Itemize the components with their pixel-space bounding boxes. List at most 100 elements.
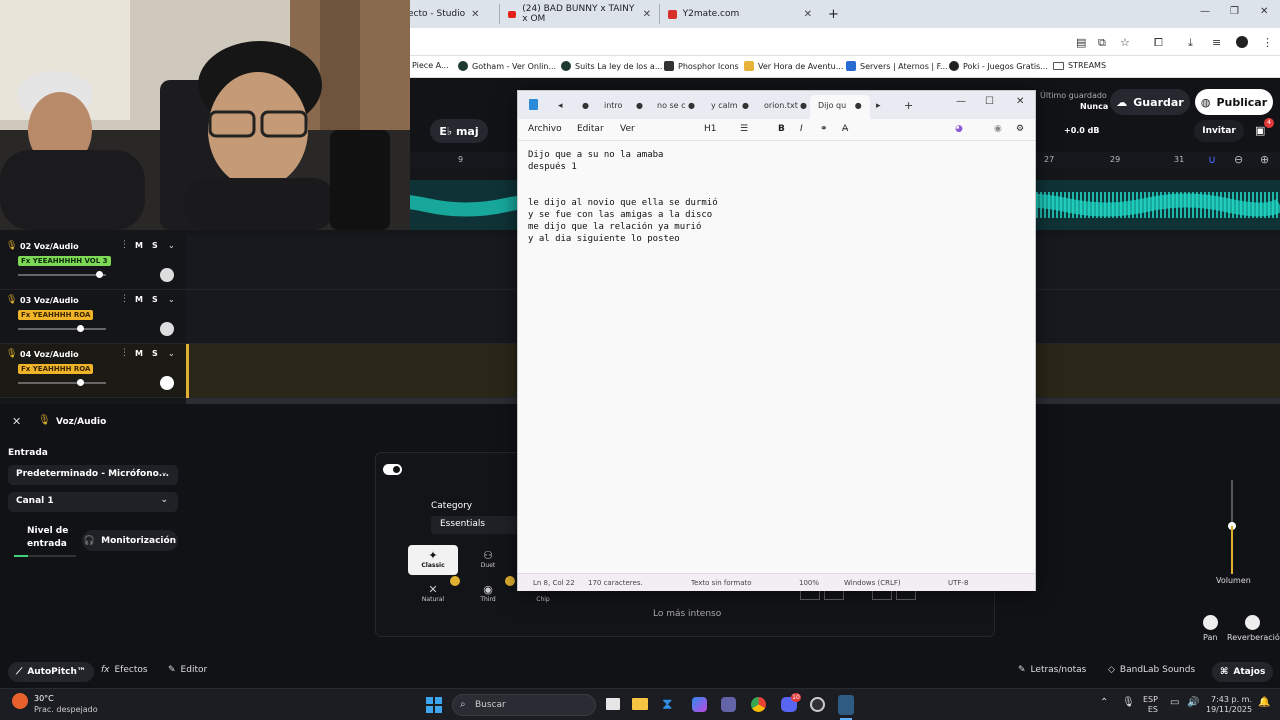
weather-desc[interactable]: Prac. despejado <box>34 705 98 714</box>
fader-knob[interactable] <box>96 271 104 278</box>
notepad-tab[interactable]: intro <box>604 101 622 110</box>
windows-start-icon[interactable] <box>426 697 442 713</box>
autopitch-button[interactable]: ⟋ AutoPitch™ <box>8 662 94 682</box>
fader-knob[interactable] <box>76 379 84 386</box>
language-indicator[interactable]: ESP ES <box>1143 695 1158 715</box>
minimize-icon[interactable]: — <box>956 96 966 107</box>
lyrics-button[interactable]: ✎ Letras/notas <box>1018 665 1086 675</box>
track-menu-icon[interactable]: ⋮ <box>120 294 129 304</box>
more-menu-icon[interactable]: ⋮ <box>1262 36 1273 49</box>
bookmark-folder[interactable]: STREAMS <box>1053 61 1106 70</box>
reverb-knob[interactable] <box>1245 615 1260 630</box>
obs-icon[interactable] <box>810 697 825 712</box>
key-button[interactable]: E♭ maj <box>430 119 488 143</box>
track-header[interactable]: 🎙 03 Voz/Audio ⋮ M S ⌄ Fx YEAHHHH ROA <box>0 290 186 344</box>
fx-badge[interactable]: Fx YEEAHHHHH VOL 3 <box>18 256 111 266</box>
menu-edit[interactable]: Editar <box>577 124 604 134</box>
track-header-selected[interactable]: 🎙 04 Voz/Audio ⋮ M S ⌄ Fx YEAHHHH ROA <box>0 344 186 398</box>
media-icon[interactable]: ≡ <box>1212 36 1221 49</box>
editor-button[interactable]: ✎ Editor <box>168 665 207 675</box>
bold-icon[interactable]: B <box>778 124 785 134</box>
download-icon[interactable]: ⤓ <box>1188 36 1193 50</box>
menu-file[interactable]: Archivo <box>528 124 562 134</box>
input-device-dropdown[interactable]: Predeterminado - Micrófono... ⌄ <box>8 465 178 485</box>
reading-mode-icon[interactable]: ▤ <box>1076 36 1086 49</box>
category-select[interactable]: Essentials <box>431 516 519 534</box>
profile-avatar[interactable] <box>1236 36 1248 48</box>
bookmark-item[interactable]: Poki - Juegos Gratis... <box>949 61 1048 71</box>
weather-icon[interactable] <box>12 693 28 709</box>
shortcuts-button[interactable]: ⌘ Atajos <box>1212 662 1274 682</box>
channel-dropdown[interactable]: Canal 1 ⌄ <box>8 492 178 512</box>
scroll-tabs-right-icon[interactable]: ▸ <box>876 101 881 111</box>
mute-button[interactable]: M <box>135 349 143 358</box>
maximize-icon[interactable]: ❐ <box>1230 6 1239 17</box>
teams-icon[interactable] <box>721 697 736 712</box>
chevron-down-icon[interactable]: ⌄ <box>168 295 175 304</box>
solo-button[interactable]: S <box>152 349 158 358</box>
bookmark-item[interactable]: Suits La ley de los a... <box>561 61 662 71</box>
close-window-icon[interactable]: ✕ <box>1260 6 1268 17</box>
copilot-icon[interactable] <box>692 697 707 712</box>
vscode-icon[interactable]: ⧗ <box>662 696 673 712</box>
close-panel-icon[interactable]: ✕ <box>12 415 21 428</box>
volume-fader[interactable] <box>18 271 106 278</box>
new-tab-icon[interactable]: + <box>904 99 913 112</box>
solo-button[interactable]: S <box>152 241 158 250</box>
pan-dial[interactable] <box>160 376 174 390</box>
bookmark-star-icon[interactable]: ☆ <box>1120 36 1130 49</box>
zoom-out-icon[interactable]: ⊖ <box>1234 153 1243 166</box>
copilot-icon[interactable]: ◕ <box>955 124 963 134</box>
track-menu-icon[interactable]: ⋮ <box>120 348 129 358</box>
monitoring-button[interactable]: 🎧 Monitorización <box>82 530 178 551</box>
task-view-icon[interactable] <box>606 698 620 710</box>
fx-badge[interactable]: Fx YEAHHHH ROA <box>18 310 94 320</box>
save-button[interactable]: ☁ Guardar <box>1110 89 1190 115</box>
notepad-tab[interactable]: orion.txt <box>764 101 798 110</box>
display-tray-icon[interactable]: ▭ <box>1170 697 1179 708</box>
notepad-taskbar-icon[interactable] <box>838 695 854 715</box>
chevron-down-icon[interactable]: ⌄ <box>168 349 175 358</box>
preset-classic[interactable]: ✦ Classic <box>408 545 458 575</box>
bandlab-sounds-button[interactable]: ◇ BandLab Sounds <box>1108 665 1195 675</box>
mute-button[interactable]: M <box>135 295 143 304</box>
zoom-level[interactable]: 100% <box>799 579 819 587</box>
new-tab-button[interactable]: + <box>820 4 847 24</box>
extensions-icon[interactable]: ⧠ <box>1154 36 1163 50</box>
bookmark-item[interactable]: Phosphor Icons <box>664 61 739 71</box>
close-icon[interactable]: ✕ <box>804 9 812 20</box>
minimize-icon[interactable]: — <box>1200 6 1210 17</box>
menu-view[interactable]: Ver <box>620 124 635 134</box>
chevron-down-icon[interactable]: ⌄ <box>168 241 175 250</box>
maximize-icon[interactable]: ☐ <box>985 96 994 107</box>
account-icon[interactable]: ◉ <box>994 124 1002 134</box>
browser-tab-youtube[interactable]: (24) BAD BUNNY x TAINY x OM ✕ <box>500 4 660 24</box>
encoding[interactable]: UTF-8 <box>948 579 968 587</box>
notepad-tab[interactable]: no se c <box>657 101 686 110</box>
tray-chevron-up-icon[interactable]: ⌃ <box>1100 697 1108 708</box>
bookmark-item[interactable]: Ver Hora de Aventu... <box>744 61 843 71</box>
pan-dial[interactable] <box>160 322 174 336</box>
browser-tab-y2mate[interactable]: Y2mate.com ✕ <box>660 4 820 24</box>
track-menu-icon[interactable]: ⋮ <box>120 240 129 250</box>
scroll-tabs-left-icon[interactable]: ◂ <box>558 101 563 111</box>
effects-button[interactable]: fx Efectos <box>101 665 148 675</box>
pan-knob[interactable] <box>1203 615 1218 630</box>
notifications-bell-icon[interactable]: 🔔 <box>1258 697 1270 708</box>
taskbar-search-input[interactable]: ⌕ Buscar <box>452 694 596 716</box>
fader-knob[interactable] <box>76 325 84 332</box>
volume-tray-icon[interactable]: 🔊 <box>1187 697 1199 708</box>
clock[interactable]: 7:43 p. m. 19/11/2025 <box>1206 695 1252 715</box>
preset-duet[interactable]: ⚇ Duet <box>463 545 513 575</box>
invite-button[interactable]: Invitar <box>1194 120 1244 142</box>
link-icon[interactable]: ⚭ <box>820 124 828 134</box>
volume-fader[interactable] <box>18 325 106 332</box>
bookmark-item[interactable]: Gotham - Ver Onlin... <box>458 61 556 71</box>
weather-temp[interactable]: 30°C <box>34 694 54 703</box>
track-header[interactable]: 🎙 02 Voz/Audio ⋮ M S ⌄ Fx YEEAHHHHH VOL … <box>0 236 186 290</box>
pan-dial[interactable] <box>160 268 174 282</box>
install-app-icon[interactable]: ⧉ <box>1098 36 1106 50</box>
fx-badge[interactable]: Fx YEAHHHH ROA <box>18 364 94 374</box>
close-icon[interactable]: ✕ <box>471 9 479 20</box>
publish-button[interactable]: ◍ Publicar <box>1195 89 1273 115</box>
